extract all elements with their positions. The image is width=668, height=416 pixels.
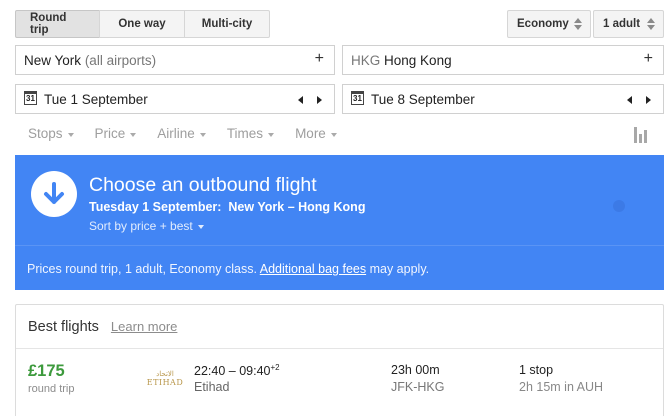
depart-date-stepper [298,96,322,104]
bag-fees-link[interactable]: Additional bag fees [260,262,366,276]
cabin-class-select[interactable]: Economy [507,10,591,38]
filter-label: Stops [28,126,63,141]
filter-price[interactable]: Price [95,126,137,141]
previous-day-icon[interactable] [627,96,632,104]
updown-arrows-icon [574,18,582,30]
best-flights-card: Best flights Learn more £175 round trip … [15,304,664,416]
arrive-time: 09:40 [239,364,271,379]
caret-down-icon [330,132,337,137]
etihad-logo: ﺍﻻﺗﺤﺎﺩ ETIHAD [146,370,184,387]
airline-name: Etihad [194,380,230,394]
best-flights-heading: Best flights [28,318,99,335]
flight-row[interactable]: £175 round trip ﺍﻻﺗﺤﺎﺩ ETIHAD 22:40 – 09… [16,349,663,416]
depart-date-field[interactable]: 31 Tue 1 September [15,84,335,114]
caret-down-icon [268,132,275,137]
calendar-icon: 31 [351,91,364,105]
flight-price-note: round trip [28,383,75,395]
outbound-banner: Choose an outbound flight Tuesday 1 Sept… [15,155,664,290]
flight-price: £175 [28,362,65,380]
filter-bar: Stops Price Airline Times More [28,126,337,141]
trip-type-group: Round trip One way Multi-city [15,10,270,38]
flight-layover: 2h 15m in AUH [519,380,604,394]
caret-down-icon [67,132,74,137]
return-date-field[interactable]: 31 Tue 8 September [342,84,664,114]
multi-city-button[interactable]: Multi-city [184,10,270,38]
price-graph-icon[interactable] [634,127,647,143]
next-day-icon[interactable] [646,96,651,104]
destination-city: Hong Kong [384,52,452,68]
caret-down-icon [130,132,137,137]
banner-title: Choose an outbound flight [89,174,317,196]
add-origin-plus-icon[interactable]: + [315,50,324,68]
price-note-text: Prices round trip, 1 adult, Economy clas… [27,262,257,276]
flight-times: 22:40 – 09:40+2 [194,363,280,379]
add-destination-plus-icon[interactable]: + [644,50,653,68]
banner-dot [613,200,625,212]
cabin-class-value: Economy [517,18,569,30]
filter-label: Price [94,126,126,141]
sort-label: Sort by price + best [89,219,193,233]
filter-label: Airline [157,126,195,141]
price-note: Prices round trip, 1 adult, Economy clas… [27,262,429,276]
depart-time: 22:40 [194,364,226,379]
return-date-value: Tue 8 September [371,91,475,107]
price-note-suffix: may apply. [369,262,430,276]
updown-arrows-icon [647,18,655,30]
destination-field[interactable]: HKG Hong Kong + [342,45,664,75]
sort-dropdown[interactable]: Sort by price + best [89,219,204,233]
depart-date-value: Tue 1 September [44,91,148,107]
filter-airline[interactable]: Airline [157,126,206,141]
flight-route: JFK-HKG [391,380,445,394]
banner-date: Tuesday 1 September: [89,200,222,214]
banner-divider [15,245,664,246]
return-date-stepper [627,96,651,104]
passengers-value: 1 adult [603,18,641,30]
day-offset: +2 [270,363,280,372]
banner-subtitle: Tuesday 1 September: New York – Hong Kon… [89,200,365,214]
destination-code: HKG [351,52,381,68]
filter-stops[interactable]: Stops [28,126,74,141]
caret-down-icon [199,132,206,137]
learn-more-link[interactable]: Learn more [111,319,177,334]
flight-stops: 1 stop [519,363,554,377]
best-flights-header: Best flights Learn more [16,305,663,349]
filter-label: More [295,126,326,141]
calendar-icon: 31 [24,91,37,105]
filter-times[interactable]: Times [226,126,275,141]
filter-more[interactable]: More [295,126,337,141]
passengers-select[interactable]: 1 adult [593,10,664,38]
banner-route: New York – Hong Kong [228,200,366,214]
origin-detail: (all airports) [84,52,157,68]
caret-down-icon [197,225,204,229]
round-trip-button[interactable]: Round trip [15,10,100,38]
down-arrow-icon [31,171,77,217]
filter-label: Times [226,126,264,141]
origin-field[interactable]: New York (all airports) + [15,45,335,75]
previous-day-icon[interactable] [298,96,303,104]
one-way-button[interactable]: One way [99,10,185,38]
origin-city: New York [24,52,82,68]
next-day-icon[interactable] [317,96,322,104]
flight-duration: 23h 00m [391,363,440,377]
